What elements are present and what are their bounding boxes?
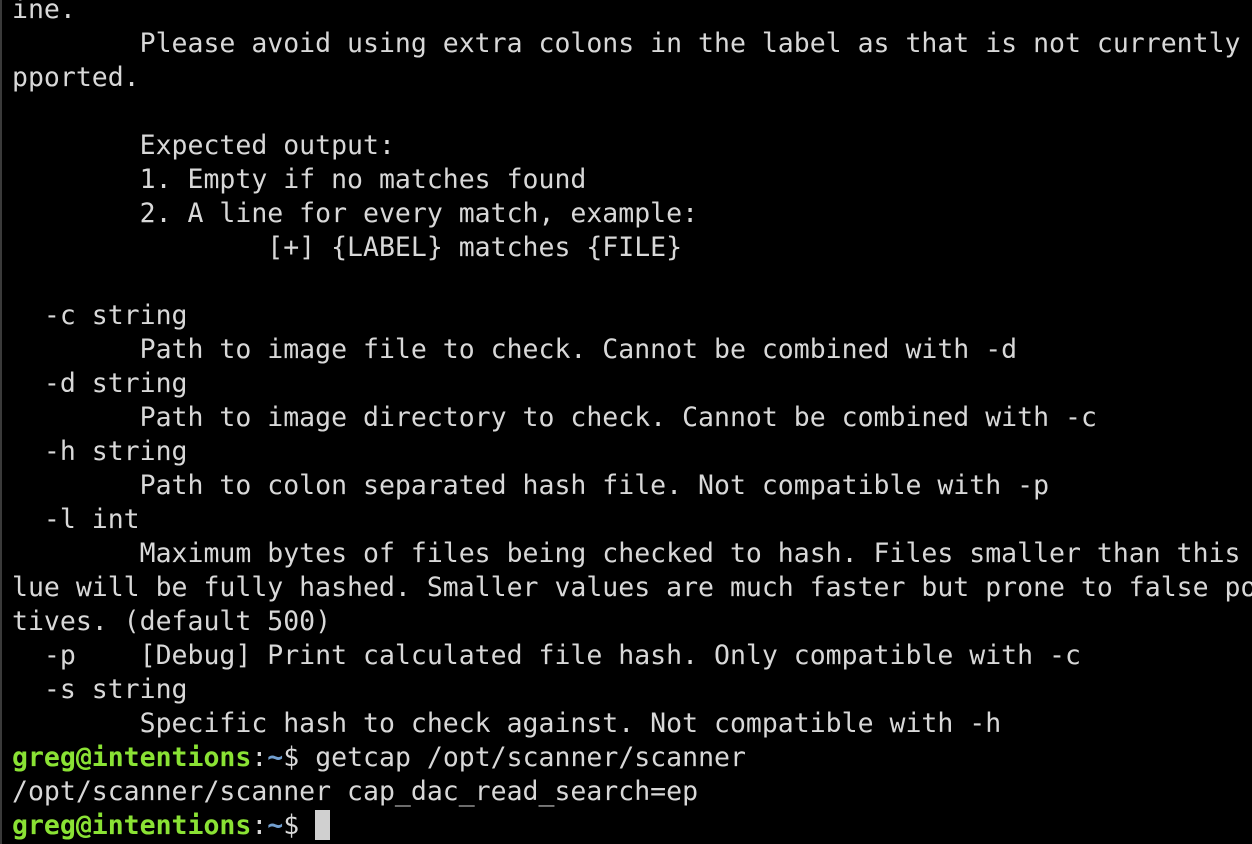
output-line: Specific hash to check against. Not comp… (12, 708, 1002, 739)
output-line: Path to colon separated hash file. Not c… (12, 470, 1050, 501)
output-line: Path to image directory to check. Cannot… (12, 402, 1097, 433)
prompt-path: ~ (267, 810, 284, 841)
terminal-window[interactable]: ine. Please avoid using extra colons in … (0, 0, 1252, 844)
active-prompt-line[interactable]: greg@intentions:~$ (12, 809, 1252, 843)
output-line: -s string (12, 674, 188, 705)
output-line: 2. A line for every match, example: (12, 198, 699, 229)
output-line: tives. (default 500) (12, 606, 332, 637)
output-line: Please avoid using extra colons in the l… (12, 28, 1252, 59)
output-line: -h string (12, 436, 188, 467)
output-line: 1. Empty if no matches found (12, 164, 587, 195)
prompt-dollar: $ (283, 810, 316, 841)
command-text: getcap /opt/scanner/scanner (315, 742, 746, 773)
output-line: Path to image file to check. Cannot be c… (12, 334, 1018, 365)
prompt-separator: : (251, 742, 268, 773)
prompt-line: greg@intentions:~$ getcap /opt/scanner/s… (12, 741, 1252, 775)
command-output-line: /opt/scanner/scanner cap_dac_read_search… (12, 776, 699, 807)
output-line: lue will be fully hashed. Smaller values… (12, 572, 1252, 603)
prompt-path: ~ (267, 742, 284, 773)
output-line: -c string (12, 300, 188, 331)
output-line: [+] {LABEL} matches {FILE} (12, 232, 683, 263)
prompt-user-host: greg@intentions (12, 810, 252, 841)
output-line: ine. (12, 0, 76, 25)
prompt-dollar: $ (283, 742, 316, 773)
output-line: pported. (12, 62, 140, 93)
output-line: Maximum bytes of files being checked to … (12, 538, 1252, 569)
terminal-output: ine. Please avoid using extra colons in … (12, 0, 1252, 843)
output-line: -d string (12, 368, 188, 399)
text-cursor (315, 810, 331, 840)
output-line: -p [Debug] Print calculated file hash. O… (12, 640, 1081, 671)
output-line: -l int (12, 504, 140, 535)
prompt-separator: : (251, 810, 268, 841)
output-line: Expected output: (12, 130, 395, 161)
prompt-user-host: greg@intentions (12, 742, 252, 773)
